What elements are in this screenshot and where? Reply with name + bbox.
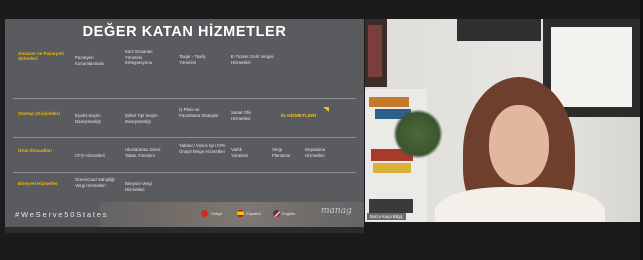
brand-logo: manag bbox=[321, 206, 352, 216]
row-divider bbox=[13, 98, 356, 99]
wall-picture-frame bbox=[365, 19, 387, 87]
shared-slide: DEĞER KATAN HİZMETLER Amazon ve Pazaryer… bbox=[5, 19, 364, 227]
language-label: Türkçe bbox=[210, 211, 223, 216]
service-item: Şirket Tipi Seçim Danışmanlığı bbox=[125, 113, 158, 124]
wall-picture-frame bbox=[457, 19, 541, 41]
plant bbox=[393, 109, 443, 159]
service-item: İş Planı ve Pazarlama Stratejisi bbox=[179, 107, 219, 118]
language-spanish: Español bbox=[237, 210, 260, 217]
service-item: Vergi Planlama bbox=[272, 147, 291, 158]
language-label: Español bbox=[246, 211, 261, 216]
category-individual: Bireysel Hizmetler bbox=[18, 181, 58, 186]
service-item: E-Ticaret Gelir Vergisi Hizmetleri bbox=[231, 54, 274, 65]
highlight-marker-icon bbox=[323, 107, 329, 112]
service-item: GreenCard Sahipliği Vergi Hizmetleri bbox=[75, 177, 115, 188]
turkey-flag-icon bbox=[201, 210, 208, 217]
service-item: Depolama Hizmetleri bbox=[305, 147, 326, 158]
category-export: Ürün Ihracatları bbox=[18, 148, 52, 153]
usa-flag-icon bbox=[273, 210, 280, 217]
service-item-highlight: İK HİZMETLERİ bbox=[281, 114, 316, 119]
participant-face bbox=[489, 105, 549, 185]
service-item: Uluslararası Döviz Takas Yönetimi bbox=[125, 147, 161, 158]
hashtag-text: #WeServe50States bbox=[15, 210, 109, 219]
language-english: English bbox=[273, 210, 295, 217]
spain-flag-icon bbox=[237, 210, 244, 217]
participant-video-tile[interactable]: Burcu Kaya Bilgiç bbox=[365, 19, 640, 222]
service-item: Yabancı Vizesi İçin CPA Onaylı Belge Hiz… bbox=[179, 143, 226, 154]
service-item: Sanal Ofis Hizmetleri bbox=[231, 110, 252, 121]
service-item: Kerz Envanter Yönetimi Entegrasyonu bbox=[125, 49, 153, 66]
slide-title: DEĞER KATAN HİZMETLER bbox=[82, 24, 287, 40]
service-item: Taxjar - Taxify Yönetimi bbox=[179, 54, 206, 65]
service-item: Bireysel Vergi Hizmetleri bbox=[125, 181, 152, 192]
service-item: CFO Hizmetleri bbox=[75, 153, 106, 158]
row-divider bbox=[13, 137, 356, 138]
service-item: Varlık Yönetimi bbox=[231, 147, 249, 158]
language-label: English bbox=[282, 211, 296, 216]
category-amazon: Amazon ve Pazaryeri Şirketleri bbox=[18, 51, 64, 62]
service-item: Eyalet Seçim Danışmanlığı bbox=[75, 113, 101, 124]
slide-bottom-strip bbox=[5, 227, 364, 233]
category-startup: Startup (Girişimler) bbox=[18, 111, 60, 116]
row-divider bbox=[13, 172, 356, 173]
service-item: Pazaryeri Konumlanması bbox=[75, 55, 105, 66]
participant-body bbox=[435, 187, 605, 222]
language-turkish: Türkçe bbox=[201, 210, 222, 217]
participant-name-label: Burcu Kaya Bilgiç bbox=[367, 213, 406, 220]
slide-footer: #WeServe50States Türkçe Español English … bbox=[5, 202, 364, 227]
